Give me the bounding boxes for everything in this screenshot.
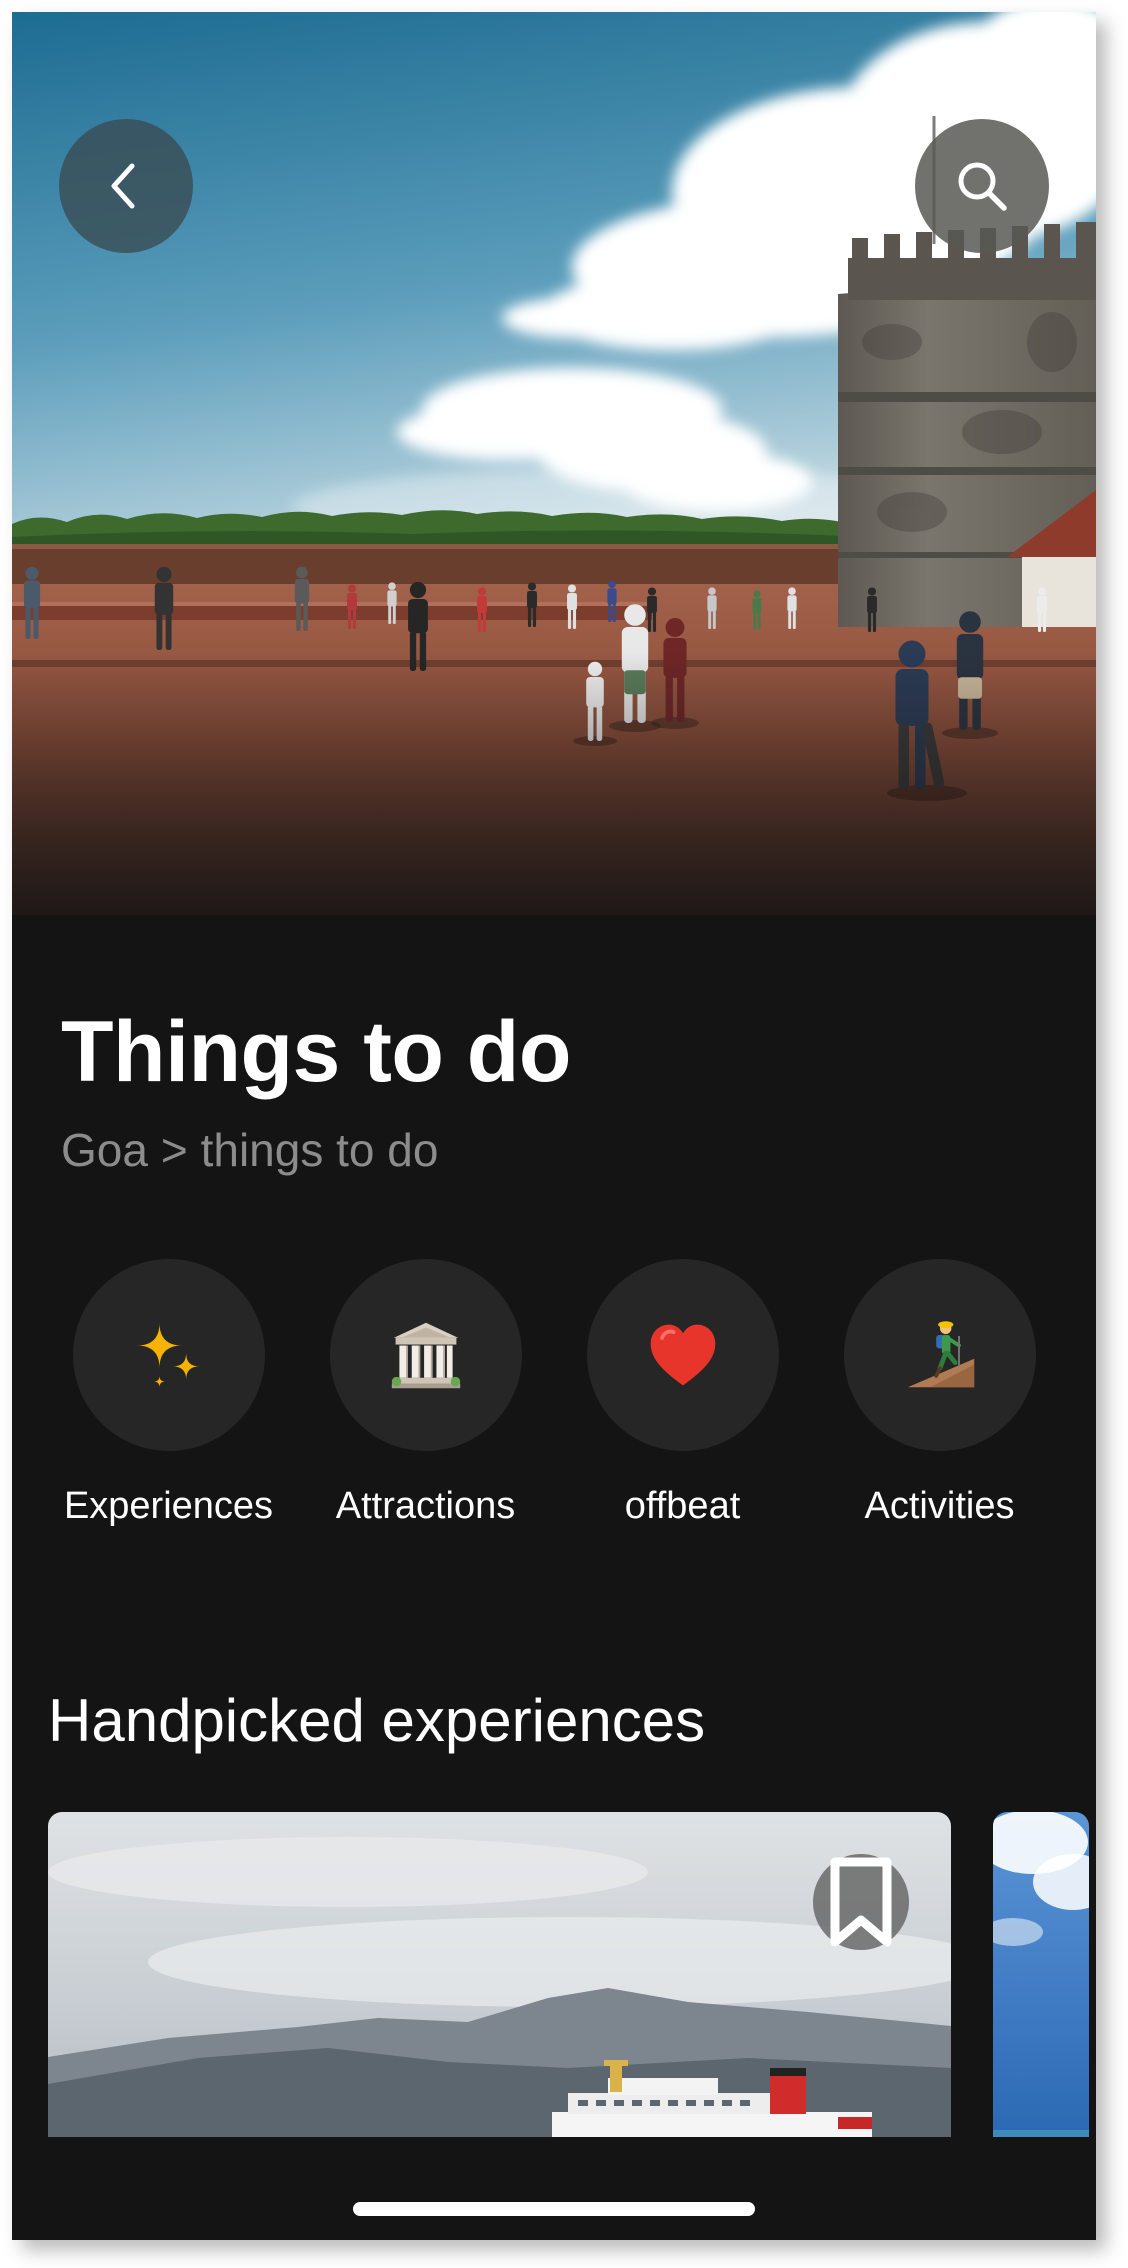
category-label: Experiences <box>63 1485 274 1527</box>
hiker-icon <box>907 1321 974 1388</box>
category-offbeat[interactable]: offbeat <box>554 1259 811 1534</box>
breadcrumb-item-current: things to do <box>200 1124 439 1176</box>
bookmark-icon <box>830 1857 892 1947</box>
category-label: offbeat <box>624 1485 741 1527</box>
experience-card-image <box>993 1812 1089 2137</box>
sparkles-icon <box>136 1322 199 1388</box>
bookmark-button[interactable] <box>813 1854 909 1950</box>
search-icon <box>958 162 1007 211</box>
category-icon-circle <box>586 1259 779 1451</box>
category-activities[interactable]: Activities <box>811 1259 1068 1534</box>
chevron-left-icon <box>111 163 135 209</box>
breadcrumb-separator: > <box>160 1124 188 1176</box>
page-title: Things to do <box>61 1004 571 1100</box>
experience-card[interactable] <box>48 1812 951 2137</box>
section-title-handpicked: Handpicked experiences <box>48 1687 706 1754</box>
category-label: Attractions <box>335 1485 516 1527</box>
experience-card[interactable] <box>993 1812 1089 2137</box>
category-icon-circle <box>329 1259 522 1451</box>
home-indicator <box>353 2202 755 2216</box>
breadcrumb-item-parent[interactable]: Goa <box>61 1124 148 1176</box>
breadcrumb: Goa > things to do <box>61 1122 438 1178</box>
search-button[interactable] <box>915 119 1049 253</box>
app-screen: Things to do Goa > things to do Experience… <box>12 12 1096 2240</box>
category-icon-circle <box>843 1259 1036 1451</box>
classical-building-icon <box>391 1322 460 1389</box>
category-experiences[interactable]: Experiences <box>40 1259 297 1534</box>
back-button[interactable] <box>59 119 193 253</box>
heart-icon <box>650 1324 715 1386</box>
category-icon-circle <box>72 1259 265 1451</box>
category-attractions[interactable]: Attractions <box>297 1259 554 1534</box>
category-label: Activities <box>864 1485 1015 1527</box>
